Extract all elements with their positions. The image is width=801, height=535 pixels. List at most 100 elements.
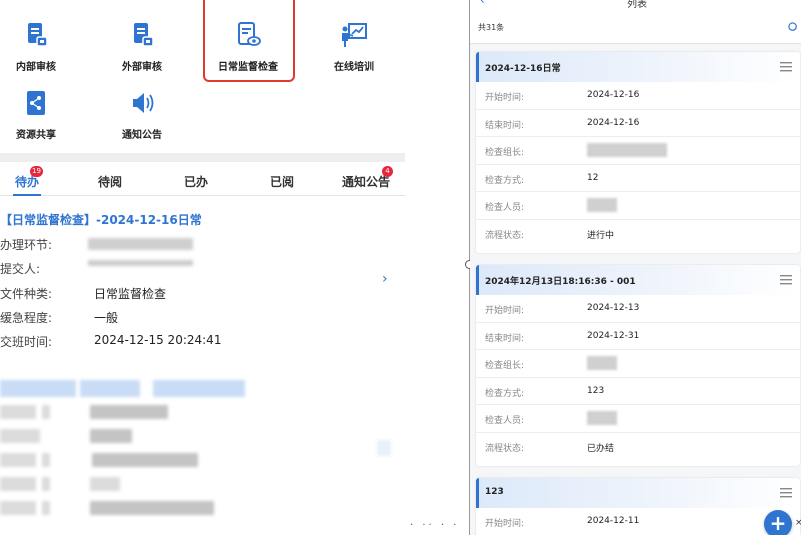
inspection-card[interactable]: 123 开始时间: 2024-12-11	[476, 478, 800, 535]
redacted-block	[0, 380, 76, 397]
card-field: 流程状态: 进行中	[476, 220, 800, 248]
card-title: 2024年12月13日18:16:36 - 001	[485, 277, 636, 287]
task-field-label: 文件种类:	[0, 287, 53, 301]
right-pane: ‹ 列表 共31条 2024-12-16日常 开始时间: 2024-12-16 结…	[470, 0, 801, 535]
redacted-block	[0, 477, 36, 491]
card-header: 2024-12-16日常	[476, 52, 800, 82]
menu-icon[interactable]	[780, 488, 792, 498]
field-label: 检查组长:	[485, 361, 525, 371]
field-value: 2024-12-13	[587, 303, 640, 313]
back-icon[interactable]: ‹	[480, 0, 485, 7]
result-count: 共31条	[478, 23, 505, 32]
field-value: 已办结	[587, 443, 615, 454]
redacted-block	[0, 429, 40, 443]
tile-label: 内部审核	[16, 62, 56, 73]
tile-notice[interactable]: 通知公告	[96, 88, 188, 141]
field-label: 开始时间:	[485, 519, 525, 529]
field-label: 开始时间:	[485, 93, 525, 103]
add-button[interactable]: +	[764, 510, 792, 535]
field-label: 结束时间:	[485, 333, 525, 344]
field-value: 2024-12-31	[587, 330, 640, 341]
card-field: 检查方式: 123	[476, 378, 800, 405]
redacted-block	[92, 453, 198, 467]
field-value: 12	[587, 172, 599, 183]
presentation-board-icon	[342, 23, 367, 47]
redacted-block	[42, 501, 50, 515]
card-title: 2024-12-16日常	[485, 64, 561, 74]
redacted-block	[42, 405, 50, 419]
document-audit-icon	[28, 23, 48, 47]
search-icon[interactable]	[788, 22, 799, 33]
card-field: 检查组长:	[476, 137, 800, 165]
redacted-block	[90, 501, 214, 515]
tab-bar: 待办 19 待阅 已办 已阅 通知公告 4	[0, 164, 405, 196]
field-value: 123	[587, 385, 605, 396]
card-header: 2024年12月13日18:16:36 - 001	[476, 265, 800, 295]
tile-internal-audit[interactable]: 内部审核	[0, 20, 82, 73]
redacted-value	[88, 260, 193, 266]
field-label: 检查人员:	[485, 416, 525, 426]
field-label: 流程状态:	[485, 230, 525, 241]
redacted-block	[90, 429, 132, 443]
share-icon	[27, 91, 45, 115]
field-value: 2024-12-16	[587, 90, 640, 100]
tile-label: 外部审核	[122, 62, 162, 73]
field-label: 流程状态:	[485, 443, 525, 454]
tab-to-read[interactable]: 待阅	[98, 173, 122, 190]
card-field: 检查组长:	[476, 350, 800, 378]
tile-label: 资源共享	[16, 130, 56, 141]
page-title: 列表	[627, 0, 647, 10]
task-field-label: 交班时间:	[0, 335, 53, 349]
field-label: 检查方式:	[485, 388, 525, 399]
document-audit-icon	[134, 23, 154, 47]
inspection-card[interactable]: 2024-12-16日常 开始时间: 2024-12-16 结束时间: 2024-1…	[476, 52, 800, 253]
card-field: 检查人员:	[476, 192, 800, 220]
tile-online-training[interactable]: 在线培训	[308, 20, 400, 73]
task-field-label: 办理环节:	[0, 238, 53, 252]
task-field-value: 一般	[94, 311, 119, 325]
megaphone-icon	[133, 93, 154, 113]
menu-icon[interactable]	[780, 62, 792, 72]
redacted-block	[80, 380, 140, 397]
tile-external-audit[interactable]: 外部审核	[96, 20, 188, 73]
tab-label: 待阅	[98, 175, 123, 189]
tile-label: 通知公告	[122, 130, 162, 141]
highlight-frame	[203, 0, 295, 82]
field-label: 结束时间:	[485, 120, 525, 131]
tab-notice[interactable]: 通知公告 4	[342, 166, 393, 190]
card-title: 123	[485, 487, 504, 497]
tile-label: 在线培训	[334, 62, 374, 73]
close-icon[interactable]: ×	[795, 518, 801, 528]
tab-label: 已办	[184, 175, 209, 189]
redacted-block	[153, 380, 245, 397]
chevron-right-icon[interactable]: ›	[382, 271, 388, 287]
tab-todo[interactable]: 待办 19	[15, 166, 43, 190]
field-value: 进行中	[587, 230, 615, 241]
redacted-block	[0, 501, 36, 515]
redacted-block	[90, 477, 120, 491]
tab-read[interactable]: 已阅	[270, 173, 294, 190]
task-field-value: 日常监督检查	[94, 287, 167, 301]
field-value: 2024-12-16	[587, 117, 640, 128]
card-field: 开始时间: 2024-12-16	[476, 82, 800, 110]
task-field-label: 缓急程度:	[0, 311, 53, 325]
card-field: 检查方式: 12	[476, 165, 800, 192]
card-field: 开始时间: 2024-12-11	[476, 508, 800, 535]
task-field-value: 2024-12-15 20:24:41	[94, 333, 222, 347]
inspection-card[interactable]: 2024年12月13日18:16:36 - 001 开始时间: 2024-12-1…	[476, 265, 800, 466]
menu-icon[interactable]	[780, 275, 792, 285]
field-label: 开始时间:	[485, 306, 525, 316]
count-badge: 4	[382, 166, 393, 177]
card-field: 结束时间: 2024-12-16	[476, 110, 800, 137]
tab-done[interactable]: 已办	[184, 173, 208, 190]
field-label: 检查组长:	[485, 148, 525, 158]
field-label: 检查人员:	[485, 203, 525, 213]
redacted-value	[587, 356, 617, 370]
tile-resource-share[interactable]: 资源共享	[0, 88, 82, 141]
card-field: 流程状态: 已办结	[476, 433, 800, 461]
redacted-value	[587, 411, 617, 425]
card-field: 开始时间: 2024-12-13	[476, 295, 800, 323]
redacted-block	[377, 440, 391, 456]
redacted-block	[42, 477, 50, 491]
list-header: 共31条	[470, 12, 801, 44]
